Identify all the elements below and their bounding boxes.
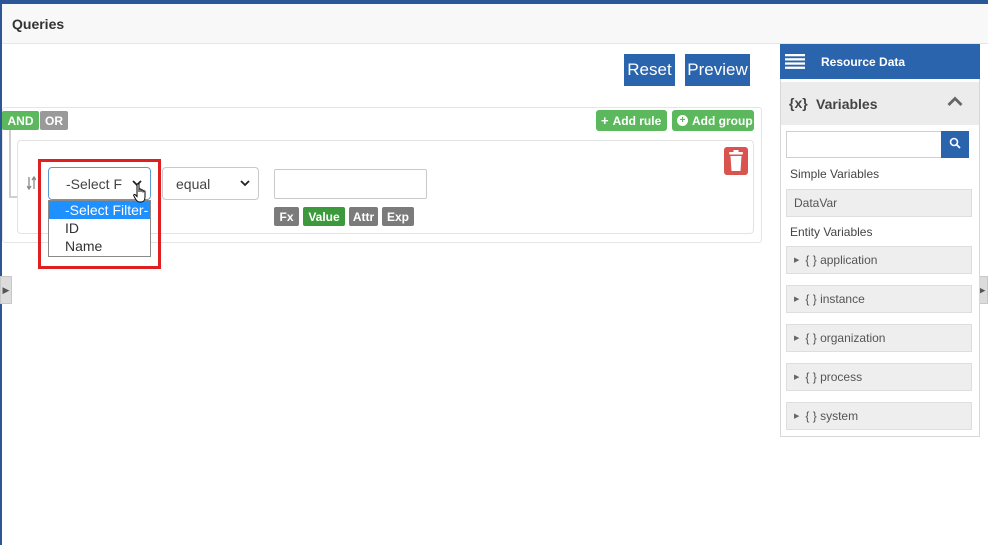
search-icon (949, 136, 961, 154)
plus-circle-icon: + (677, 115, 688, 126)
reset-button[interactable]: Reset (624, 54, 675, 86)
caret-right-icon: ▶ (794, 335, 800, 342)
condition-or-button[interactable]: OR (40, 111, 68, 130)
entity-item-system[interactable]: ▶ { } system (786, 402, 972, 430)
value-mode-exp-button[interactable]: Exp (382, 207, 414, 226)
drag-handle-icon[interactable] (26, 175, 37, 193)
left-edge-rule (0, 4, 2, 545)
operator-select[interactable]: equal (162, 167, 259, 200)
add-group-button[interactable]: + Add group (672, 110, 754, 131)
caret-right-icon: ▶ (794, 296, 800, 303)
simple-variables-label: Simple Variables (790, 167, 880, 181)
entity-item-process[interactable]: ▶ { } process (786, 363, 972, 391)
preview-button[interactable]: Preview (685, 54, 750, 86)
variables-header[interactable]: {x} Variables (781, 82, 979, 125)
entity-item-organization[interactable]: ▶ { } organization (786, 324, 972, 352)
hand-cursor-icon (133, 183, 149, 210)
chevron-up-icon[interactable] (947, 94, 963, 112)
entity-item-label: { } process (805, 370, 863, 384)
resource-panel-title: Resource Data (821, 55, 906, 69)
search-button[interactable] (941, 131, 969, 158)
operator-select-value: equal (176, 175, 211, 192)
value-mode-fx-button[interactable]: Fx (274, 207, 299, 226)
rule-value-input[interactable] (274, 169, 427, 199)
entity-item-label: { } application (805, 253, 878, 267)
trash-icon (724, 150, 748, 179)
expand-right-icon: ▶ (2, 284, 10, 295)
variables-title: Variables (816, 96, 878, 112)
page-title: Queries (12, 16, 65, 32)
entity-item-label: { } organization (805, 331, 886, 345)
delete-rule-button[interactable] (724, 147, 748, 175)
variable-icon: {x} (789, 95, 808, 111)
entity-variables-label: Entity Variables (790, 225, 873, 239)
plus-icon: + (601, 113, 609, 128)
value-mode-value-button[interactable]: Value (303, 207, 345, 226)
add-group-label: Add group (692, 113, 753, 128)
value-mode-attr-button[interactable]: Attr (349, 207, 378, 226)
entity-item-label: { } system (805, 409, 859, 423)
left-panel-toggle[interactable]: ▶ (0, 276, 12, 304)
variable-item-label: DataVar (794, 196, 838, 210)
condition-and-button[interactable]: AND (2, 111, 39, 130)
entity-item-instance[interactable]: ▶ { } instance (786, 285, 972, 313)
add-rule-button[interactable]: + Add rule (596, 110, 667, 131)
resource-panel-header: Resource Data (780, 44, 980, 79)
add-rule-label: Add rule (612, 113, 662, 128)
tree-connector-vertical (9, 130, 11, 198)
entity-item-application[interactable]: ▶ { } application (786, 246, 972, 274)
entity-item-label: { } instance (805, 292, 865, 306)
list-icon (785, 54, 805, 74)
variable-item[interactable]: DataVar (786, 189, 972, 217)
highlight-box (38, 159, 161, 269)
variable-search-input[interactable] (786, 131, 942, 158)
caret-right-icon: ▶ (794, 413, 800, 420)
page-header: Queries (2, 4, 988, 44)
caret-right-icon: ▶ (794, 257, 800, 264)
chevron-down-icon (240, 178, 250, 190)
caret-right-icon: ▶ (794, 374, 800, 381)
